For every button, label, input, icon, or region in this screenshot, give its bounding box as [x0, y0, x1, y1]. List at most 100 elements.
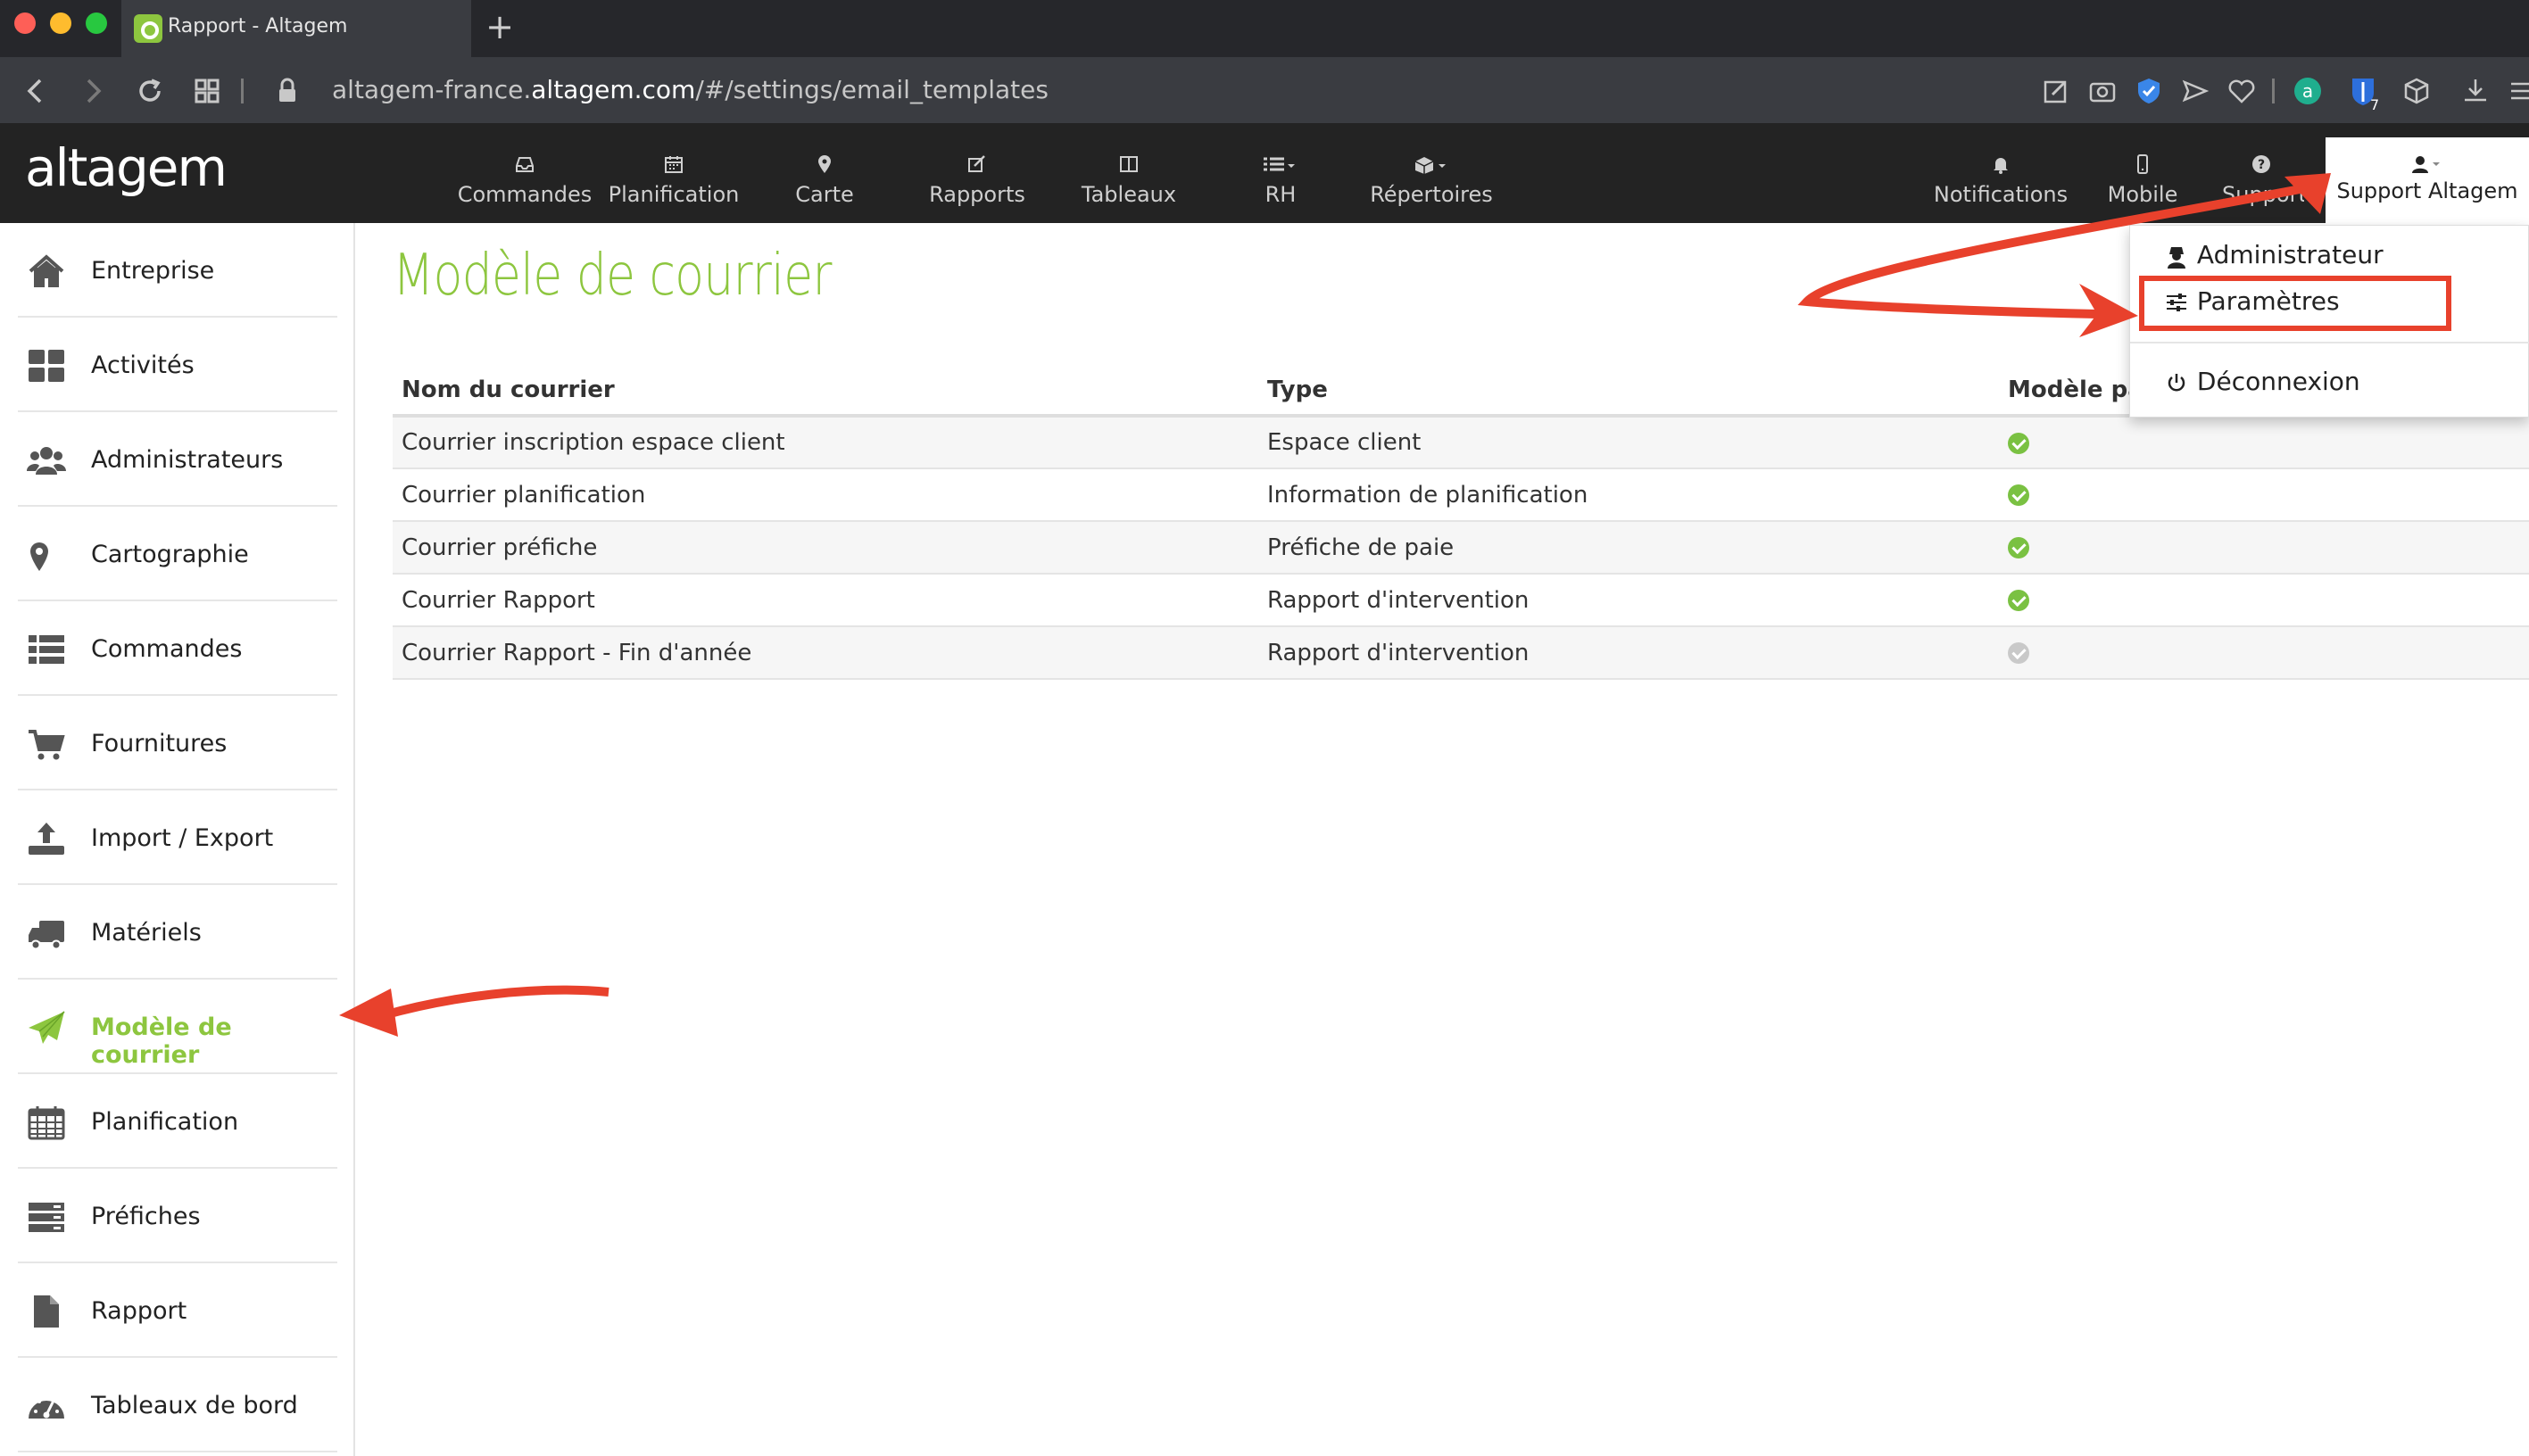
user-secret-icon — [2166, 244, 2189, 269]
menu-item-administrateur[interactable]: Administrateur — [2166, 240, 2384, 269]
row-name: Courrier Rapport — [393, 574, 1258, 627]
check-circle-icon — [2008, 432, 2029, 454]
nav-mobile[interactable]: Mobile — [2102, 153, 2183, 216]
extension-badge: 7 — [2370, 96, 2380, 113]
browser-address-bar: altagem-france.altagem.com/#/settings/em… — [0, 57, 2529, 123]
row-name: Courrier planification — [393, 468, 1258, 522]
settings-sidebar: Entreprise Activités Administrateurs Car… — [0, 223, 355, 1456]
back-button[interactable] — [18, 73, 54, 109]
row-type: Rapport d'intervention — [1258, 574, 1999, 627]
check-circle-icon — [2008, 537, 2029, 558]
row-type: Préfiche de paie — [1258, 521, 1999, 575]
user-dropdown-menu: Administrateur Paramètres Déconnexion — [2129, 225, 2529, 418]
sidebar-item-tableaux-de-bord[interactable]: Tableaux de bord — [18, 1358, 337, 1452]
inbox-icon — [455, 153, 594, 178]
row-name: Courrier inscription espace client — [393, 416, 1258, 469]
sidebar-item-fournitures[interactable]: Fournitures — [18, 696, 337, 790]
sidebar-item-commandes[interactable]: Commandes — [18, 601, 337, 696]
close-window-button[interactable] — [14, 12, 36, 34]
row-type: Information de planification — [1258, 468, 1999, 522]
cubes-dropdown-icon — [1362, 153, 1501, 178]
edit-page-icon[interactable] — [2040, 75, 2072, 107]
sidebar-item-cartographie[interactable]: Cartographie — [18, 507, 337, 601]
page-title: Modèle de courrier — [393, 243, 832, 309]
parametres-highlight-box — [2139, 276, 2451, 331]
sidebar-item-import-export[interactable]: Import / Export — [18, 790, 337, 885]
nav-notifications[interactable]: Notifications — [1931, 153, 2070, 216]
sidebar-item-planification[interactable]: Planification — [18, 1074, 337, 1169]
edit-icon — [919, 153, 1035, 178]
dashboard-icon — [27, 1388, 66, 1424]
nav-commandes[interactable]: Commandes — [455, 153, 594, 216]
shield-check-icon[interactable] — [2133, 75, 2165, 107]
sidebar-item-activites[interactable]: Activités — [18, 318, 337, 412]
menu-item-deconnexion[interactable]: Déconnexion — [2166, 367, 2360, 396]
table-row[interactable]: Courrier Rapport Rapport d'intervention — [393, 574, 2529, 627]
nav-carte[interactable]: Carte — [773, 153, 876, 216]
row-name: Courrier préfiche — [393, 521, 1258, 575]
cart-icon — [27, 726, 66, 762]
check-circle-icon — [2008, 590, 2029, 611]
app-header: altagem Commandes Planification Carte Ra… — [0, 123, 2529, 223]
lock-icon[interactable] — [269, 73, 305, 109]
table-row[interactable]: Courrier préfiche Préfiche de paie — [393, 521, 2529, 575]
tab-title: Rapport - Altagem — [168, 15, 348, 37]
browser-tab[interactable]: Rapport - Altagem — [121, 0, 471, 57]
sidebar-item-modele-de-courrier[interactable]: Modèle de courrier — [18, 980, 337, 1074]
menu-divider — [2130, 342, 2529, 343]
maximize-window-button[interactable] — [86, 12, 107, 34]
user-menu-button[interactable]: Support Altagem — [2326, 137, 2529, 223]
columns-icon — [1071, 153, 1187, 178]
url-field[interactable]: altagem-france.altagem.com/#/settings/em… — [332, 75, 1049, 104]
nav-tableaux[interactable]: Tableaux — [1071, 153, 1187, 216]
annotation-arrow-to-sidebar — [382, 985, 609, 1020]
new-tab-button[interactable]: + — [482, 9, 518, 45]
reload-button[interactable] — [132, 73, 168, 109]
altagem-logo[interactable]: altagem — [25, 137, 228, 198]
sidebar-item-administrateurs[interactable]: Administrateurs — [18, 412, 337, 507]
column-header-name[interactable]: Nom du courrier — [393, 366, 1258, 418]
menu-icon[interactable] — [2508, 75, 2529, 107]
svg-text:a: a — [2302, 80, 2313, 102]
calendar-icon — [27, 1104, 66, 1140]
browser-tab-bar: Rapport - Altagem + — [0, 0, 2529, 57]
nav-support[interactable]: ? Support — [2218, 153, 2304, 216]
bell-icon — [1931, 153, 2070, 178]
row-type: Espace client — [1258, 416, 1999, 469]
check-circle-icon — [2008, 484, 2029, 506]
tabs-grid-icon[interactable] — [189, 73, 225, 109]
nav-planification[interactable]: Planification — [607, 153, 741, 216]
minimize-window-button[interactable] — [50, 12, 71, 34]
users-icon — [27, 443, 66, 478]
table-row[interactable]: Courrier Rapport - Fin d'année Rapport d… — [393, 626, 2529, 680]
map-marker-icon — [773, 153, 876, 178]
nav-repertoires[interactable]: Répertoires — [1362, 153, 1501, 216]
sidebar-item-entreprise[interactable]: Entreprise — [18, 223, 337, 318]
table-row[interactable]: Courrier planification Information de pl… — [393, 468, 2529, 522]
server-icon — [27, 1199, 66, 1235]
sidebar-item-materiels[interactable]: Matériels — [18, 885, 337, 980]
nav-rh[interactable]: RH — [1240, 153, 1321, 216]
forward-button[interactable] — [75, 73, 111, 109]
truck-icon — [27, 915, 66, 951]
heart-icon[interactable] — [2226, 75, 2258, 107]
column-header-type[interactable]: Type — [1258, 366, 1999, 418]
svg-text:?: ? — [2258, 158, 2265, 172]
toolbar-divider — [2272, 79, 2275, 103]
upload-icon — [27, 821, 66, 856]
list-icon — [27, 632, 66, 667]
table-row[interactable]: Courrier inscription espace client Espac… — [393, 416, 2529, 469]
user-dropdown-icon — [2326, 153, 2529, 175]
altagem-favicon-icon — [134, 14, 162, 43]
download-icon[interactable] — [2459, 75, 2492, 107]
send-icon[interactable] — [2179, 75, 2211, 107]
row-type: Rapport d'intervention — [1258, 626, 1999, 680]
sidebar-item-rapport[interactable]: Rapport — [18, 1263, 337, 1358]
amazon-assistant-icon[interactable]: a — [2292, 75, 2324, 107]
nav-rapports[interactable]: Rapports — [919, 153, 1035, 216]
cube-icon[interactable] — [2400, 75, 2433, 107]
user-name: Support Altagem — [2336, 178, 2518, 203]
sidebar-item-prefiches[interactable]: Préfiches — [18, 1169, 337, 1263]
paper-plane-icon — [27, 1010, 66, 1046]
camera-icon[interactable] — [2086, 75, 2119, 107]
